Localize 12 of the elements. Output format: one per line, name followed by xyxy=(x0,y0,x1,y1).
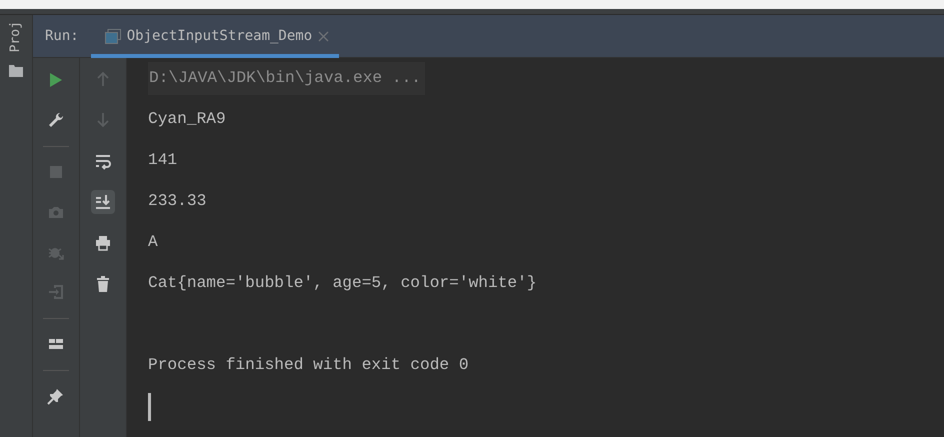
folder-icon[interactable] xyxy=(9,65,23,78)
output-line: Cat{name='bubble', age=5, color='white'} xyxy=(148,273,537,294)
output-line: 233.33 xyxy=(148,191,206,212)
output-line: A xyxy=(148,232,158,254)
console-icon xyxy=(104,28,121,44)
output-line: Cyan_RA9 xyxy=(148,109,226,130)
run-label: Run: xyxy=(44,26,80,46)
tool-window-label[interactable]: Proj xyxy=(6,21,26,52)
output-line: 141 xyxy=(148,150,178,172)
exit-message: Process finished with exit code 0 xyxy=(148,355,469,376)
console-tab[interactable]: ObjectInputStream_Demo xyxy=(90,14,340,58)
scroll-to-end-icon[interactable] xyxy=(91,190,115,214)
